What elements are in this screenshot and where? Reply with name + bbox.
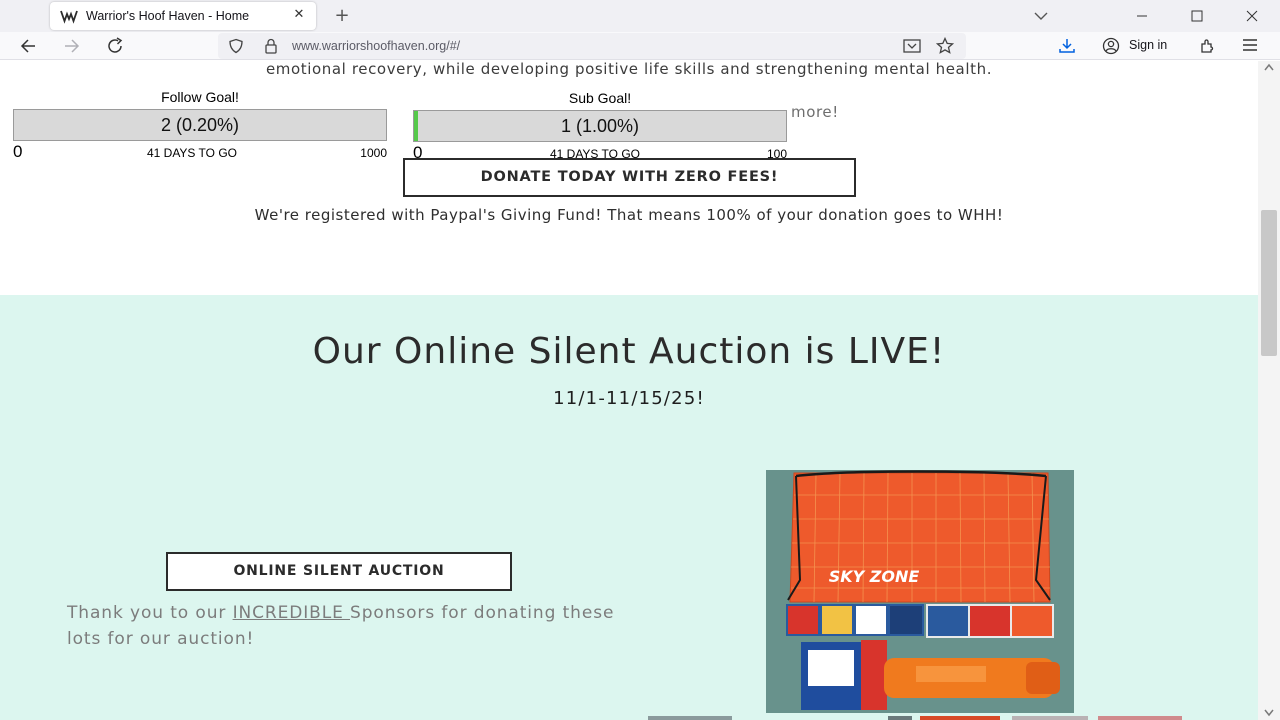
goal-max: 1000 [360,146,387,160]
scrollbar-thumb[interactable] [1261,210,1277,356]
sign-in-button[interactable]: Sign in [1098,35,1180,57]
sponsors-link[interactable]: INCREDIBLE [233,603,350,623]
sponsors-thanks-text: Thank you to our INCREDIBLE Sponsors for… [67,600,627,652]
star-icon[interactable] [936,37,954,55]
menu-icon[interactable] [1242,38,1258,52]
scroll-up-arrow-icon[interactable] [1264,63,1274,71]
reader-view-icon[interactable] [902,38,922,54]
download-icon[interactable] [1058,37,1076,55]
thanks-text-start: Thank you to our [67,603,233,623]
close-icon[interactable] [1237,4,1267,28]
back-icon[interactable] [18,36,40,56]
page-scrollbar[interactable] [1258,61,1280,720]
goal-title: Sub Goal! [568,90,632,106]
silent-auction-section: Our Online Silent Auction is LIVE! 11/1-… [0,295,1258,720]
new-tab-button[interactable]: + [332,6,352,26]
sign-in-label: Sign in [1129,38,1168,52]
goal-progress-bar: 2 (0.20%) [13,109,387,141]
account-icon [1102,37,1120,55]
forward-icon[interactable] [60,36,82,56]
list-tabs-icon[interactable] [1032,8,1050,24]
address-bar[interactable]: www.warriorshoofhaven.org/#/ [218,33,966,59]
online-silent-auction-button[interactable]: ONLINE SILENT AUCTION [166,552,512,591]
partially-hidden-text: more! [791,103,839,121]
tab-bar: Warrior's Hoof Haven - Home ✕ + [0,0,1280,32]
donate-button[interactable]: DONATE TODAY WITH ZERO FEES! [403,158,856,197]
browser-tab-active[interactable]: Warrior's Hoof Haven - Home ✕ [50,2,316,30]
extensions-icon[interactable] [1199,37,1217,55]
page-content: emotional recovery, while developing pos… [0,61,1258,720]
goal-value: 2 (0.20%) [160,115,240,135]
url-text[interactable]: www.warriorshoofhaven.org/#/ [292,39,460,53]
goal-title: Follow Goal! [161,89,239,105]
mission-text: emotional recovery, while developing pos… [265,61,993,78]
bag-brand-text: SKY ZONE [829,567,920,586]
goal-progress-bar: 1 (1.00%) [413,110,787,142]
tab-title: Warrior's Hoof Haven - Home [86,9,250,23]
sky-zone-auction-lot-image[interactable]: SKY ZONE [766,470,1074,713]
gallery-thumbnail-strip [648,716,1182,720]
maximize-icon[interactable] [1182,4,1212,28]
paypal-giving-fund-text: We're registered with Paypal's Giving Fu… [254,206,1004,224]
warriors-hoof-haven-favicon [60,10,78,24]
shield-icon[interactable] [228,38,244,54]
navigation-toolbar: www.warriorshoofhaven.org/#/ Sign in [0,32,1280,60]
scroll-down-arrow-icon[interactable] [1264,709,1274,717]
minimize-icon[interactable] [1127,4,1157,28]
goal-value: 1 (1.00%) [560,116,640,136]
lock-icon[interactable] [264,38,278,54]
reload-icon[interactable] [105,36,127,56]
auction-heading: Our Online Silent Auction is LIVE! [312,331,946,372]
tab-close-button[interactable]: ✕ [290,6,308,24]
auction-dates: 11/1-11/15/25! [553,388,705,409]
